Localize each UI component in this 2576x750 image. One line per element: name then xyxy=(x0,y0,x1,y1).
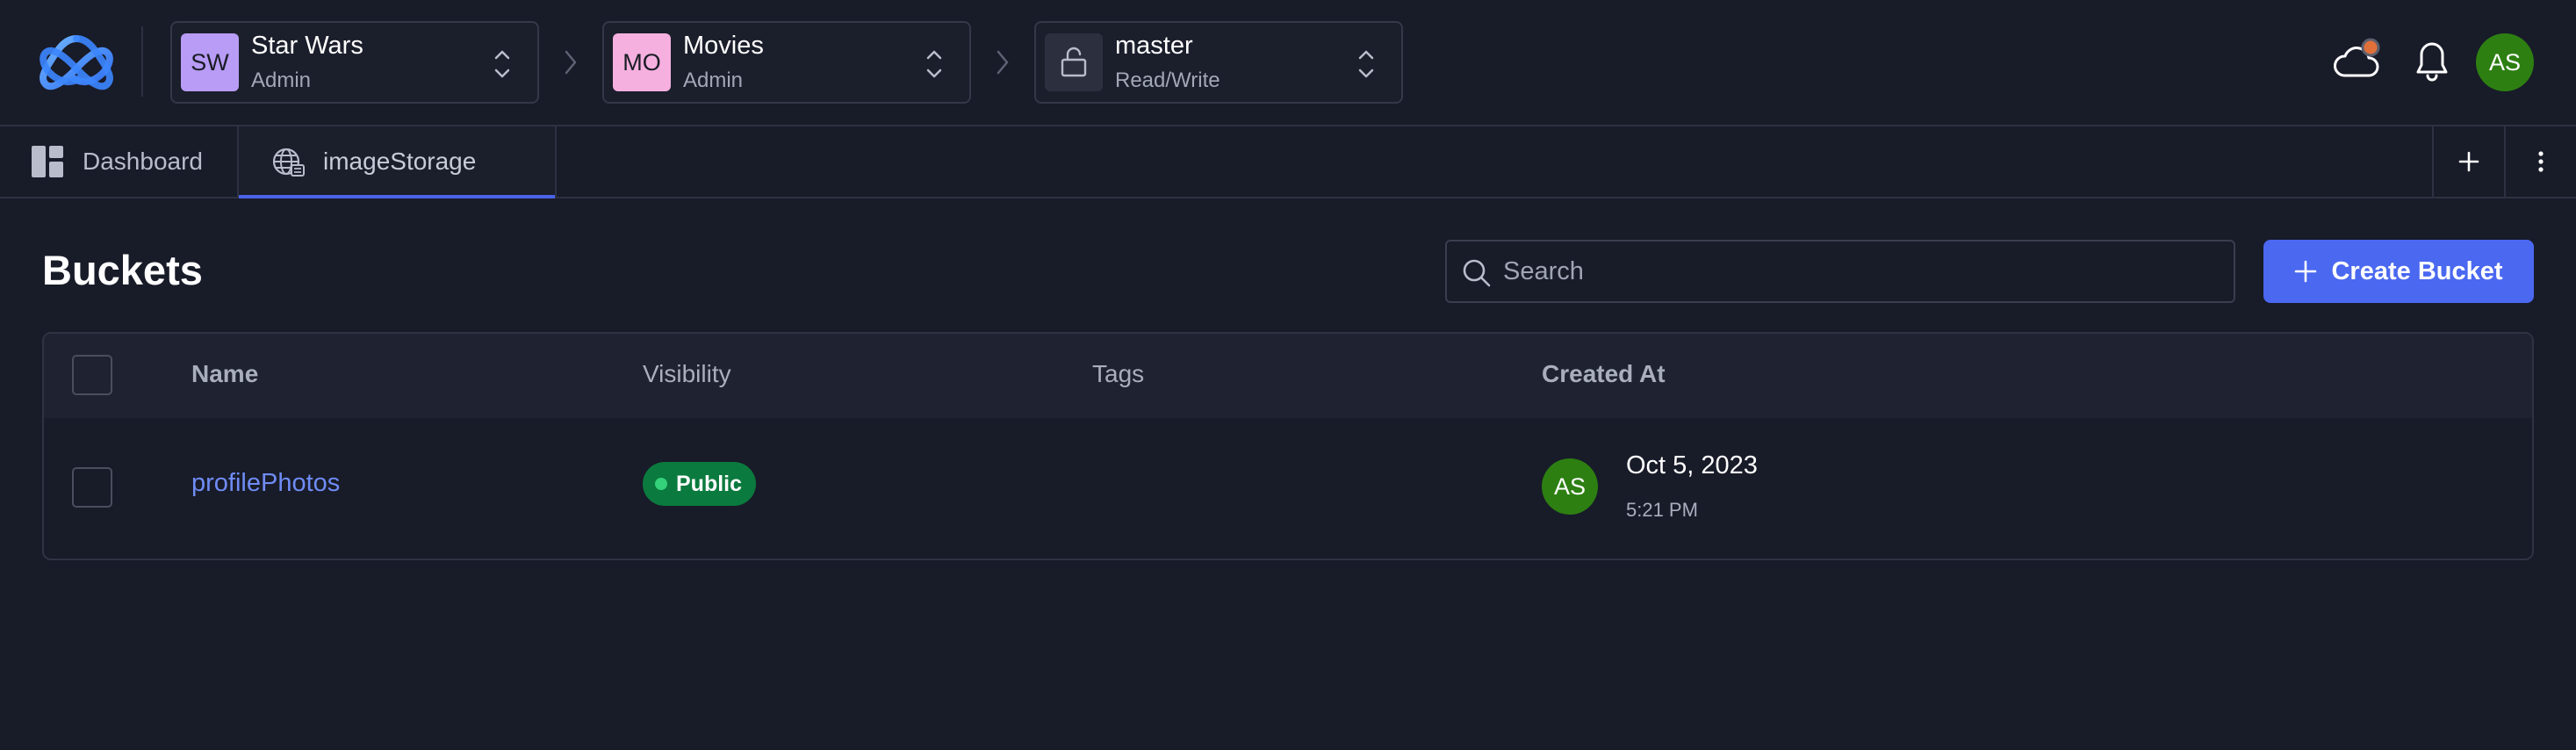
project-avatar: MO xyxy=(613,33,671,91)
status-dot-icon xyxy=(655,478,667,490)
user-avatar[interactable]: AS xyxy=(2476,33,2534,91)
tab-dashboard[interactable]: Dashboard xyxy=(0,126,239,197)
tab-menu-button[interactable] xyxy=(2504,126,2576,197)
branch-selector[interactable]: master Read/Write xyxy=(1034,21,1403,104)
chevron-right-icon xyxy=(565,50,577,75)
page-title: Buckets xyxy=(42,247,203,293)
column-header-created-at[interactable]: Created At xyxy=(1542,360,1666,388)
search-box xyxy=(1445,240,2235,303)
row-checkbox[interactable] xyxy=(72,467,112,508)
tab-label: Dashboard xyxy=(83,148,203,175)
top-navigation-bar: SW Star Wars Admin MO Movies Admin maste… xyxy=(0,0,2576,125)
project-role: Admin xyxy=(683,69,744,92)
tab-bar: Dashboard imageStorage xyxy=(0,125,2576,198)
project-selector[interactable]: MO Movies Admin xyxy=(602,21,971,104)
org-name: Star Wars xyxy=(251,32,363,60)
visibility-label: Public xyxy=(676,471,743,496)
branch-name: master xyxy=(1115,32,1193,60)
create-bucket-button[interactable]: Create Bucket xyxy=(2263,240,2534,303)
table-header: Name Visibility Tags Created At xyxy=(44,334,2532,418)
created-date: Oct 5, 2023 xyxy=(1626,451,1758,480)
tab-imagestorage[interactable]: imageStorage xyxy=(239,126,557,198)
chevron-updown-icon xyxy=(494,50,510,78)
table-row[interactable]: profilePhotos Public AS Oct 5, 2023 5:21… xyxy=(44,418,2532,559)
add-tab-button[interactable] xyxy=(2432,126,2504,197)
creator-avatar: AS xyxy=(1542,458,1598,515)
created-time: 5:21 PM xyxy=(1626,499,1698,521)
plus-icon xyxy=(2458,151,2479,172)
column-header-name[interactable]: Name xyxy=(191,360,258,388)
more-vertical-icon xyxy=(2538,151,2544,172)
project-name: Movies xyxy=(683,32,764,60)
chevron-right-icon xyxy=(997,50,1009,75)
plus-icon xyxy=(2295,260,2317,283)
create-bucket-label: Create Bucket xyxy=(2331,256,2503,285)
globe-icon xyxy=(272,148,305,177)
cloud-status-icon[interactable] xyxy=(2330,35,2383,88)
bell-icon[interactable] xyxy=(2406,35,2458,88)
visibility-badge: Public xyxy=(643,462,757,506)
unlock-icon xyxy=(1061,47,1087,77)
header-divider xyxy=(141,26,143,97)
chevron-updown-icon xyxy=(1358,50,1374,78)
chevron-updown-icon xyxy=(926,50,942,78)
dashboard-icon xyxy=(32,146,63,177)
select-all-checkbox[interactable] xyxy=(72,355,112,395)
org-avatar: SW xyxy=(181,33,239,91)
search-input[interactable] xyxy=(1503,242,2223,301)
branch-role: Read/Write xyxy=(1115,69,1220,92)
branch-avatar xyxy=(1045,33,1103,91)
search-icon xyxy=(1463,259,1491,287)
column-header-tags[interactable]: Tags xyxy=(1092,360,1144,388)
column-header-visibility[interactable]: Visibility xyxy=(643,360,731,388)
app-logo-icon[interactable] xyxy=(39,33,114,91)
org-role: Admin xyxy=(251,69,312,92)
org-selector[interactable]: SW Star Wars Admin xyxy=(170,21,539,104)
bucket-name-link[interactable]: profilePhotos xyxy=(191,469,340,498)
tab-label: imageStorage xyxy=(323,148,477,175)
buckets-table: Name Visibility Tags Created At profileP… xyxy=(42,332,2534,560)
